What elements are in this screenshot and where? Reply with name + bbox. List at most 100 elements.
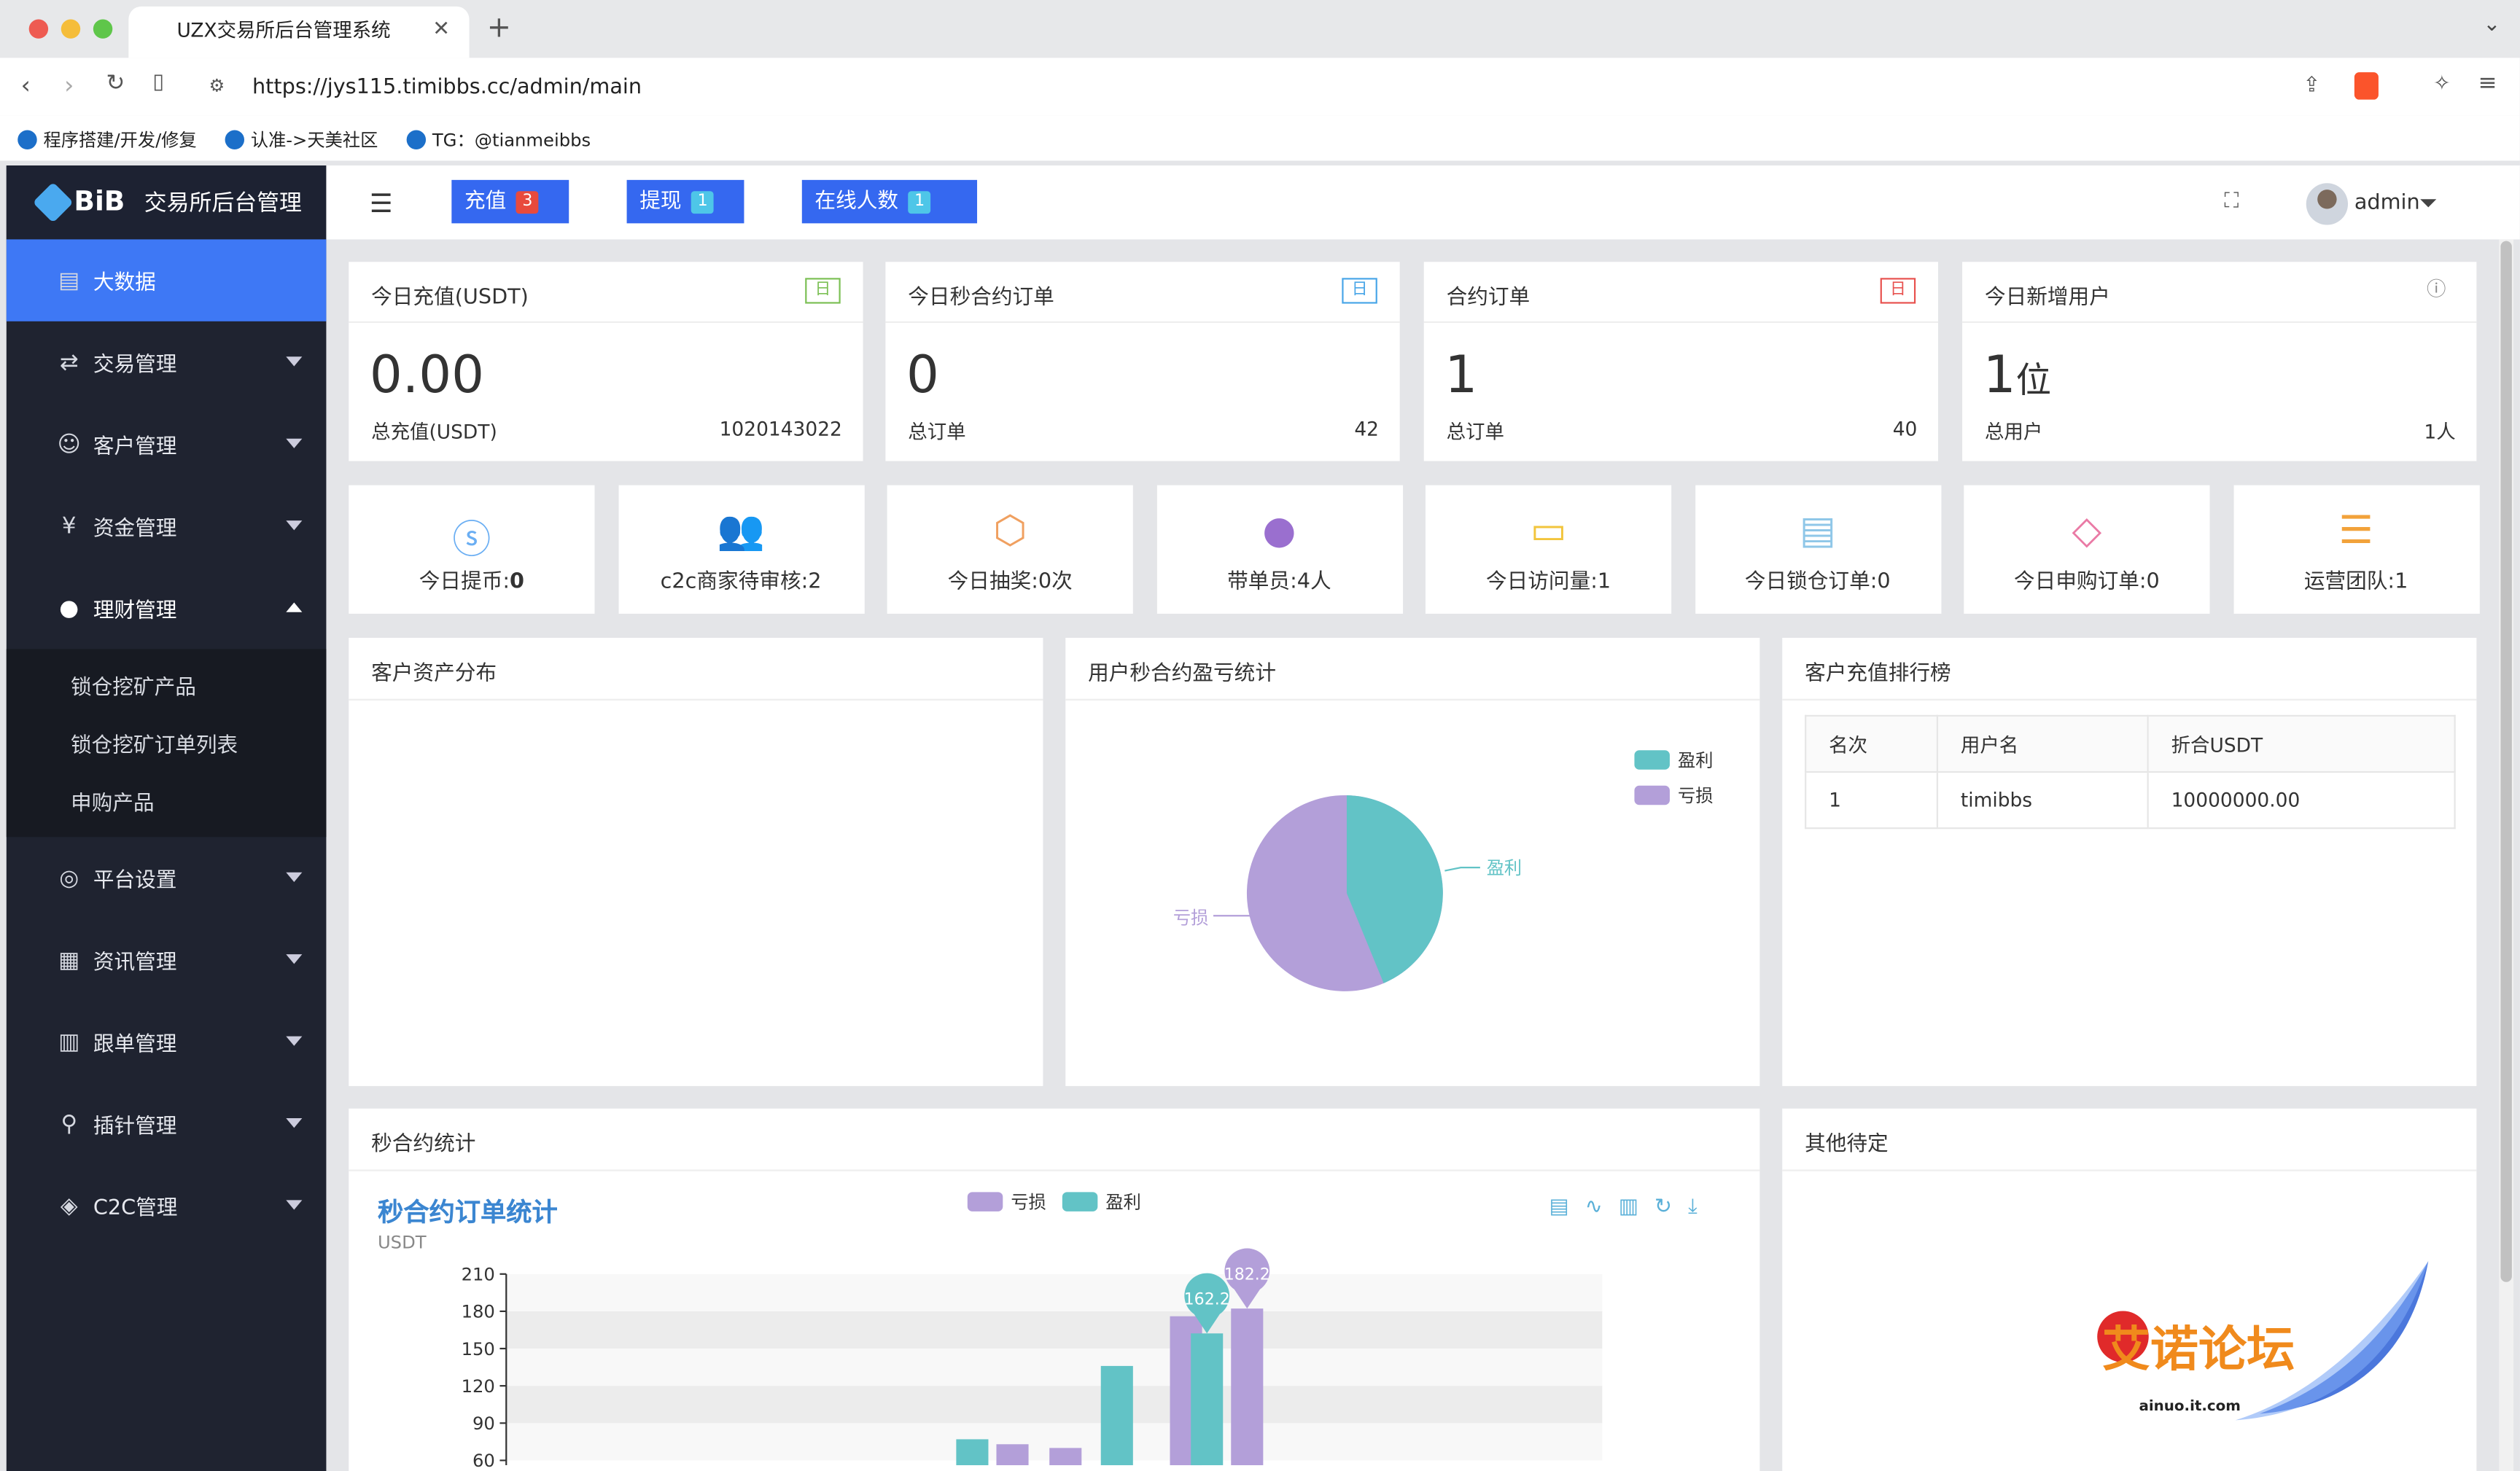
sliders-icon: ☰: [2338, 507, 2373, 553]
submenu-item-subscription[interactable]: 申购产品: [71, 786, 155, 816]
stat-value: 1: [1444, 343, 1478, 405]
y-tick-label: 150: [462, 1338, 495, 1359]
y-tick-label: 120: [462, 1376, 495, 1397]
ai-icon[interactable]: ✧: [2433, 72, 2451, 96]
online-users-button[interactable]: 在线人数 1: [801, 179, 978, 224]
grid-band: [506, 1386, 1603, 1424]
bookmark-item[interactable]: 认准->天美社区: [225, 127, 378, 152]
quick-stat-card[interactable]: ▭ 今日访问量:1: [1425, 485, 1672, 614]
sidebar-item-funds[interactable]: ¥ 资金管理: [7, 485, 327, 567]
submenu-item-lock-orders[interactable]: 锁仓挖矿订单列表: [71, 727, 238, 758]
sidebar-item-trade[interactable]: ⇄ 交易管理: [7, 321, 327, 403]
fullscreen-icon[interactable]: ⛶: [2224, 190, 2239, 214]
quick-stat-card[interactable]: ☰ 运营团队:1: [2233, 485, 2479, 614]
mark-point-label: 162.2: [1184, 1291, 1230, 1309]
withdraw-button[interactable]: 提现 1: [626, 179, 744, 224]
bar-loss[interactable]: [1231, 1308, 1264, 1466]
close-tab-icon[interactable]: ✕: [432, 7, 450, 55]
piggy-icon: ●: [59, 595, 79, 621]
sidebar-item-bigdata[interactable]: ▤ 大数据: [6, 239, 327, 321]
quick-stat-card[interactable]: ⬡ 今日抽奖:0次: [887, 485, 1133, 614]
sidebar-item-finance[interactable]: ● 理财管理: [7, 567, 327, 649]
legend-label-profit[interactable]: 盈利: [1678, 749, 1713, 770]
sidebar-item-copytrade[interactable]: ▥ 跟单管理: [7, 1001, 327, 1082]
rank-panel-title: 客户充值排行榜: [1805, 662, 1951, 687]
collapse-menu-icon[interactable]: ☰: [370, 188, 393, 219]
sidebar-item-label: 客户管理: [93, 435, 177, 460]
sidebar-item-news[interactable]: ▦ 资讯管理: [7, 919, 327, 1001]
back-icon[interactable]: ‹: [21, 71, 31, 100]
recharge-button[interactable]: 充值 3: [451, 179, 569, 224]
quick-stat-label: 带单员:4人: [1227, 570, 1331, 595]
pnl-pie-chart: 盈利 亏损 盈利 亏损: [1173, 749, 1713, 991]
online-label: 在线人数: [814, 190, 899, 214]
caret-down-icon: [286, 1036, 303, 1046]
new-tab-icon[interactable]: +: [487, 11, 511, 44]
bookmark-item[interactable]: TG：@tianmeibbs: [406, 127, 591, 152]
stat-card-title: 今日充值(USDT): [371, 286, 529, 311]
tm-icon: [225, 130, 245, 149]
quick-stat-card[interactable]: ◇ 今日申购订单:0: [1964, 485, 2210, 614]
stat-sub-value: 1人: [2424, 421, 2456, 444]
bar-loss[interactable]: [996, 1444, 1029, 1466]
close-window-button[interactable]: [28, 19, 49, 39]
stat-value: 0: [906, 343, 939, 405]
bar-loss[interactable]: [1049, 1448, 1082, 1466]
legend-swatch-loss: [1634, 785, 1670, 805]
bar-profit[interactable]: [1191, 1333, 1224, 1466]
info-icon[interactable]: ⓘ: [2419, 278, 2454, 303]
legend-label-loss[interactable]: 亏损: [1011, 1191, 1046, 1212]
legend-swatch-profit: [1062, 1192, 1098, 1211]
brave-shield-icon[interactable]: [2354, 72, 2379, 100]
sidebar-item-c2c[interactable]: ◈ C2C管理: [7, 1165, 327, 1246]
minimize-window-button[interactable]: [61, 19, 81, 39]
page-scrollbar-thumb[interactable]: [2500, 241, 2512, 1282]
file-icon: ▤: [1799, 507, 1836, 553]
seconds-bar-chart: 60 90 120 150 180 210 162.2 182.2 亏损 盈利: [462, 1191, 1603, 1471]
browser-tab[interactable]: UZX交易所后台管理系统 ✕: [128, 6, 470, 58]
bookmark-label: 认准->天美社区: [250, 130, 378, 152]
y-tick-label: 210: [462, 1264, 495, 1285]
quick-stat-card[interactable]: ● 带单员:4人: [1156, 485, 1402, 614]
forward-icon[interactable]: ›: [64, 71, 74, 100]
pnl-panel-title: 用户秒合约盈亏统计: [1088, 662, 1277, 687]
recharge-badge: 3: [516, 191, 540, 214]
user-dropdown-icon[interactable]: [2420, 199, 2437, 208]
sidebar-item-customers[interactable]: ☺ 客户管理: [7, 403, 327, 485]
seconds-panel-title: 秒合约统计: [371, 1132, 476, 1157]
ranking-table: 名次 用户名 折合USDT 1 timibbs 10000000.00: [1805, 714, 2456, 830]
submenu-item-lock-mining[interactable]: 锁仓挖矿产品: [71, 670, 196, 701]
sidebar-item-platform[interactable]: ◎ 平台设置: [7, 837, 327, 918]
period-tag[interactable]: 日: [1342, 278, 1377, 304]
bookmark-item[interactable]: 程序搭建/开发/修复: [18, 127, 197, 152]
legend-label-profit[interactable]: 盈利: [1105, 1191, 1140, 1212]
caret-down-icon: [286, 1200, 303, 1210]
share-icon[interactable]: ⇪: [2303, 74, 2320, 98]
url-input[interactable]: https://jys115.timibbs.cc/admin/main: [195, 66, 2408, 109]
sidebar-item-pin[interactable]: ⚲ 插针管理: [7, 1082, 327, 1164]
quick-stat-card[interactable]: ⓢ 今日提币:0: [349, 485, 595, 614]
pie-label-loss: 亏损: [1173, 907, 1208, 928]
grid-band: [506, 1311, 1603, 1349]
legend-label-loss[interactable]: 亏损: [1678, 785, 1713, 806]
table-cell: 1: [1805, 770, 1939, 830]
stat-card-title: 今日秒合约订单: [908, 286, 1054, 311]
withdraw-badge: 1: [691, 191, 715, 214]
bar-profit[interactable]: [1100, 1365, 1133, 1466]
site-settings-icon[interactable]: ⚙: [209, 76, 225, 97]
bar-profit[interactable]: [956, 1439, 989, 1466]
quick-stat-card[interactable]: 👥 c2c商家待审核:2: [618, 485, 864, 614]
tab-list-chevron-icon[interactable]: ⌄: [2483, 13, 2500, 37]
avatar[interactable]: [2306, 183, 2349, 225]
asset-panel-title: 客户资产分布: [371, 662, 497, 687]
period-tag[interactable]: 日: [805, 278, 841, 304]
bookmark-icon[interactable]: ▯: [152, 71, 164, 95]
watermark-logo: 艾诺论坛 ainuo.it.com: [2097, 1261, 2429, 1421]
quick-stat-card[interactable]: ▤ 今日锁仓订单:0: [1695, 485, 1941, 614]
reload-icon[interactable]: ↻: [106, 71, 125, 96]
username-label[interactable]: admin: [2354, 191, 2420, 215]
menu-icon[interactable]: ≡: [2478, 71, 2497, 96]
maximize-window-button[interactable]: [93, 19, 113, 39]
brand-name: BiB: [74, 186, 125, 219]
period-tag[interactable]: 日: [1880, 278, 1916, 304]
